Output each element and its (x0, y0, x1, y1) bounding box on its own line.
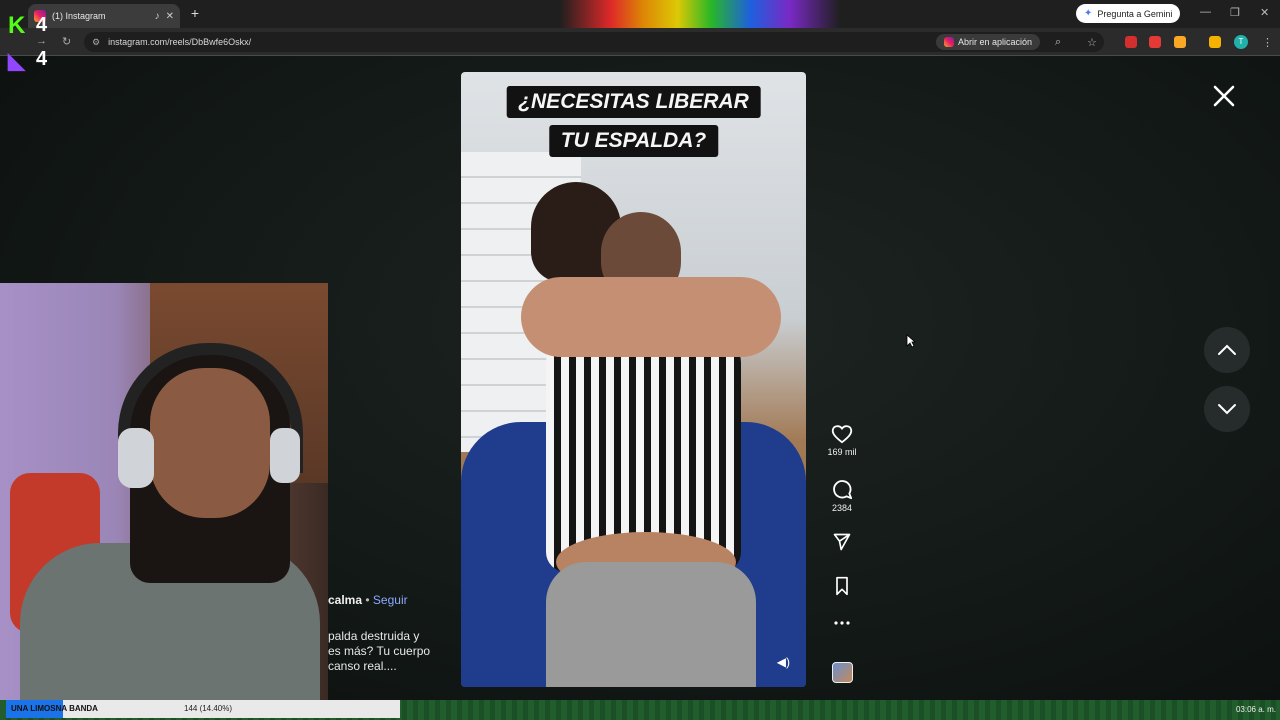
donation-goal-bar: UNA LIMOSNA BANDA 144 (14.40%) (6, 700, 400, 718)
browser-tab-bar: (1) Instagram ♪ ✕ + ✦ Pregunta a Gemini … (0, 0, 1280, 28)
video-arms (521, 277, 781, 357)
menu-dots-icon[interactable]: ⋮ (1262, 36, 1273, 49)
more-dots-icon (834, 621, 850, 625)
clock: 03:06 a. m. (1235, 705, 1276, 714)
follow-button[interactable]: Seguir (373, 593, 408, 607)
rainbow-banner (560, 0, 840, 28)
extensions-puzzle-icon[interactable] (1174, 36, 1186, 48)
next-reel-button[interactable] (1204, 386, 1250, 432)
instagram-app-icon (944, 37, 954, 47)
chevron-down-icon (1218, 404, 1236, 415)
screen: (1) Instagram ♪ ✕ + ✦ Pregunta a Gemini … (0, 0, 1280, 720)
reel-video[interactable]: ¿NECESITAS LIBERAR TU ESPALDA? ◀) (461, 72, 806, 687)
previous-reel-button[interactable] (1204, 327, 1250, 373)
minimize-icon[interactable]: — (1200, 6, 1211, 18)
volume-icon[interactable]: ◀) (777, 655, 790, 669)
share-button[interactable] (822, 532, 862, 552)
restore-icon[interactable]: ❐ (1230, 6, 1240, 19)
donation-goal-value: 144 (14.40%) (184, 704, 233, 713)
close-tab-icon[interactable]: ✕ (166, 11, 174, 22)
bookmark-icon (836, 576, 848, 596)
mouse-cursor-icon (906, 334, 916, 348)
post-author-name[interactable]: calma (328, 593, 362, 607)
bookmark-star-icon[interactable]: ☆ (1087, 36, 1097, 49)
audio-thumbnail[interactable] (832, 662, 853, 683)
zoom-icon[interactable]: ⌕ (1055, 36, 1061, 49)
reel-caption-line2: TU ESPALDA? (548, 125, 719, 157)
reload-icon[interactable]: ↻ (62, 35, 71, 48)
new-tab-button[interactable]: + (188, 6, 202, 20)
window-close-icon[interactable]: ✕ (1260, 6, 1269, 19)
like-count: 169 mil (827, 447, 857, 457)
more-options-button[interactable] (822, 620, 862, 626)
close-icon[interactable] (1210, 82, 1238, 110)
post-author-row: calma • Seguir (328, 593, 408, 607)
post-description-line: es más? Tu cuerpo (328, 644, 431, 658)
gemini-label: Pregunta a Gemini (1097, 8, 1173, 19)
reel-caption-line1: ¿NECESITAS LIBERAR (506, 86, 761, 118)
gemini-icon: ✦ (1084, 8, 1093, 19)
extension-pen-icon[interactable] (1149, 36, 1161, 48)
ask-gemini-button[interactable]: ✦ Pregunta a Gemini (1076, 4, 1181, 23)
reading-list-icon[interactable] (1209, 36, 1221, 48)
comment-icon (833, 480, 853, 500)
like-button[interactable]: 169 mil (822, 424, 862, 457)
twitch-logo-icon: ◣ (8, 48, 25, 73)
open-in-app-button[interactable]: Abrir en aplicación (936, 34, 1041, 50)
comment-count: 2384 (831, 503, 853, 513)
kick-logo-icon: K (8, 12, 26, 39)
speaker-icon[interactable]: ♪ (155, 11, 160, 22)
webcam-overlay (0, 283, 328, 700)
tab-title: (1) Instagram (52, 11, 106, 21)
site-settings-icon[interactable]: ⚙ (92, 37, 100, 48)
separator-dot: • (365, 593, 373, 607)
chevron-up-icon (1218, 344, 1236, 355)
stream-logo: K 4 ◣ 4 (6, 10, 54, 73)
video-pants (546, 562, 756, 687)
browser-toolbar: → ↻ ⚙ instagram.com/reels/DbBwfe6Oskx/ A… (0, 28, 1280, 56)
url-text: instagram.com/reels/DbBwfe6Oskx/ (108, 37, 252, 47)
logo-number-bottom: 4 (36, 48, 48, 70)
send-icon (833, 533, 851, 551)
post-description-line: canso real.... (328, 659, 397, 673)
heart-icon (831, 425, 853, 444)
save-button[interactable] (822, 576, 862, 596)
profile-avatar[interactable]: T (1234, 35, 1248, 49)
comment-button[interactable]: 2384 (822, 478, 862, 513)
open-in-app-label: Abrir en aplicación (958, 37, 1033, 47)
extension-red-icon[interactable] (1125, 36, 1137, 48)
logo-number-top: 4 (36, 14, 48, 36)
webcam-headset-cup-left (118, 428, 154, 488)
webcam-headset-cup-right (270, 428, 300, 483)
post-description-line: palda destruida y (328, 629, 420, 643)
donation-goal-label: UNA LIMOSNA BANDA (11, 704, 98, 713)
